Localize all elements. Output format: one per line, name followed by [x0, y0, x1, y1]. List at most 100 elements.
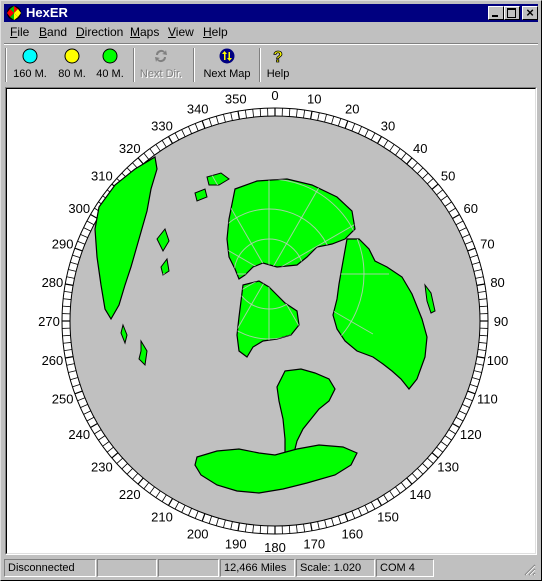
bearing-label: 50 — [441, 169, 455, 184]
close-button[interactable]: × — [522, 6, 538, 20]
bearing-label: 220 — [119, 487, 141, 502]
minimize-icon — [492, 15, 498, 17]
toolbar-separator — [193, 48, 195, 82]
bearing-label: 0 — [271, 89, 278, 103]
bearing-label: 290 — [52, 237, 74, 252]
maximize-button[interactable] — [504, 6, 520, 20]
bearing-label: 40 — [413, 141, 427, 156]
bearing-label: 180 — [264, 540, 286, 553]
degree-tick — [288, 108, 291, 117]
menu-band-label: and — [47, 25, 68, 39]
degree-tick — [62, 305, 71, 308]
app-logo-icon — [7, 6, 21, 20]
question-mark-icon: ? — [273, 49, 284, 64]
bearing-label: 30 — [381, 118, 395, 133]
toolbar-separator — [259, 48, 261, 82]
menu-maps-label: aps — [140, 25, 160, 39]
menu-band-accel: B — [39, 25, 48, 39]
menu-file[interactable]: File — [10, 25, 29, 40]
menu-toolbar-divider — [4, 43, 538, 45]
bearing-label: 70 — [480, 237, 494, 252]
menu-direction[interactable]: Direction — [76, 25, 123, 40]
next-map-button[interactable]: Next Map — [199, 46, 255, 84]
yellow-circle-icon — [64, 48, 80, 64]
next-direction-label: Next Dir. — [139, 68, 183, 80]
svg-text:?: ? — [273, 49, 283, 64]
bearing-label: 280 — [42, 275, 64, 290]
degree-tick — [259, 525, 262, 534]
toolbar-separator — [133, 48, 135, 82]
menu-help-label: elp — [211, 25, 228, 39]
status-scale: Scale: 1.020 — [296, 559, 375, 577]
degree-tick — [62, 334, 71, 337]
bearing-label: 260 — [42, 353, 64, 368]
maximize-icon — [507, 8, 516, 18]
status-panel-3 — [158, 559, 219, 577]
bearing-label: 20 — [345, 102, 359, 117]
band-80-label: 80 M. — [58, 68, 86, 80]
swap-arrows-icon — [219, 48, 235, 64]
status-connection: Disconnected — [4, 559, 96, 577]
band-40-label: 40 M. — [96, 68, 124, 80]
bearing-label: 250 — [52, 391, 74, 406]
bearing-label: 210 — [151, 510, 173, 525]
help-button[interactable]: ? Help — [264, 46, 292, 84]
menu-help[interactable]: Help — [203, 25, 228, 40]
bearing-label: 140 — [409, 487, 431, 502]
resize-grip-icon[interactable] — [524, 564, 536, 576]
app-window: HexER × File Band Direction Maps View He… — [0, 0, 542, 581]
bearing-label: 110 — [477, 391, 498, 406]
rotate-arrows-icon — [155, 50, 167, 63]
bearing-label: 320 — [119, 141, 141, 156]
bearing-label: 170 — [303, 537, 325, 552]
window-title: HexER — [26, 5, 68, 20]
bearing-label: 230 — [91, 459, 113, 474]
bearing-label: 120 — [460, 427, 482, 442]
menu-bar: File Band Direction Maps View Help — [4, 23, 538, 42]
minimize-button[interactable] — [488, 6, 504, 20]
bearing-label: 160 — [341, 526, 363, 541]
toolbar-grip — [5, 48, 7, 82]
map-view[interactable]: 0 10 20 30 40 50 60 70 80 90 100 110 120 130 140 150 160… — [5, 87, 537, 555]
band-160-button[interactable]: 160 M. — [10, 46, 50, 84]
cyan-circle-icon — [22, 48, 38, 64]
bearing-label: 340 — [187, 102, 209, 117]
degree-tick — [479, 305, 488, 308]
menu-view-accel: V — [168, 25, 176, 39]
toolbar: 160 M. 80 M. 40 M. Next Dir. Next Map ? … — [4, 46, 538, 84]
band-160-label: 160 M. — [13, 68, 47, 80]
menu-direction-label: irection — [84, 25, 124, 39]
azimuthal-map[interactable]: 0 10 20 30 40 50 60 70 80 90 100 110 120 130 140 150 160… — [7, 89, 535, 553]
green-circle-icon — [102, 48, 118, 64]
bearing-label: 310 — [91, 169, 113, 184]
bearing-label: 190 — [225, 537, 247, 552]
bearing-label: 80 — [490, 275, 504, 290]
next-map-label: Next Map — [203, 68, 251, 80]
close-icon: × — [526, 5, 534, 20]
menu-view[interactable]: View — [168, 25, 194, 40]
degree-tick — [288, 525, 291, 534]
bearing-label: 350 — [225, 91, 247, 106]
status-bar: Disconnected 12,466 Miles Scale: 1.020 C… — [4, 558, 538, 578]
bearing-label: 130 — [437, 459, 459, 474]
menu-band[interactable]: Band — [39, 25, 67, 40]
status-panel-2 — [97, 559, 157, 577]
title-bar[interactable]: HexER × — [4, 4, 538, 22]
bearing-label: 10 — [307, 91, 321, 106]
bearing-label: 270 — [38, 314, 60, 329]
band-40-button[interactable]: 40 M. — [93, 46, 127, 84]
menu-view-label: iew — [175, 25, 194, 39]
bearing-label: 90 — [494, 314, 508, 329]
menu-maps[interactable]: Maps — [130, 25, 159, 40]
menu-help-accel: H — [203, 25, 212, 39]
band-80-button[interactable]: 80 M. — [55, 46, 89, 84]
map-canvas[interactable]: 0 10 20 30 40 50 60 70 80 90 100 110 120 130 140 150 160… — [6, 88, 536, 554]
help-label: Help — [266, 68, 290, 80]
next-direction-button[interactable]: Next Dir. — [139, 46, 183, 84]
degree-tick — [259, 108, 262, 117]
menu-maps-accel: M — [130, 25, 140, 39]
bearing-label: 240 — [68, 427, 90, 442]
bearing-label: 100 — [487, 353, 509, 368]
menu-file-label: ile — [17, 25, 30, 39]
bearing-label: 60 — [463, 201, 477, 216]
